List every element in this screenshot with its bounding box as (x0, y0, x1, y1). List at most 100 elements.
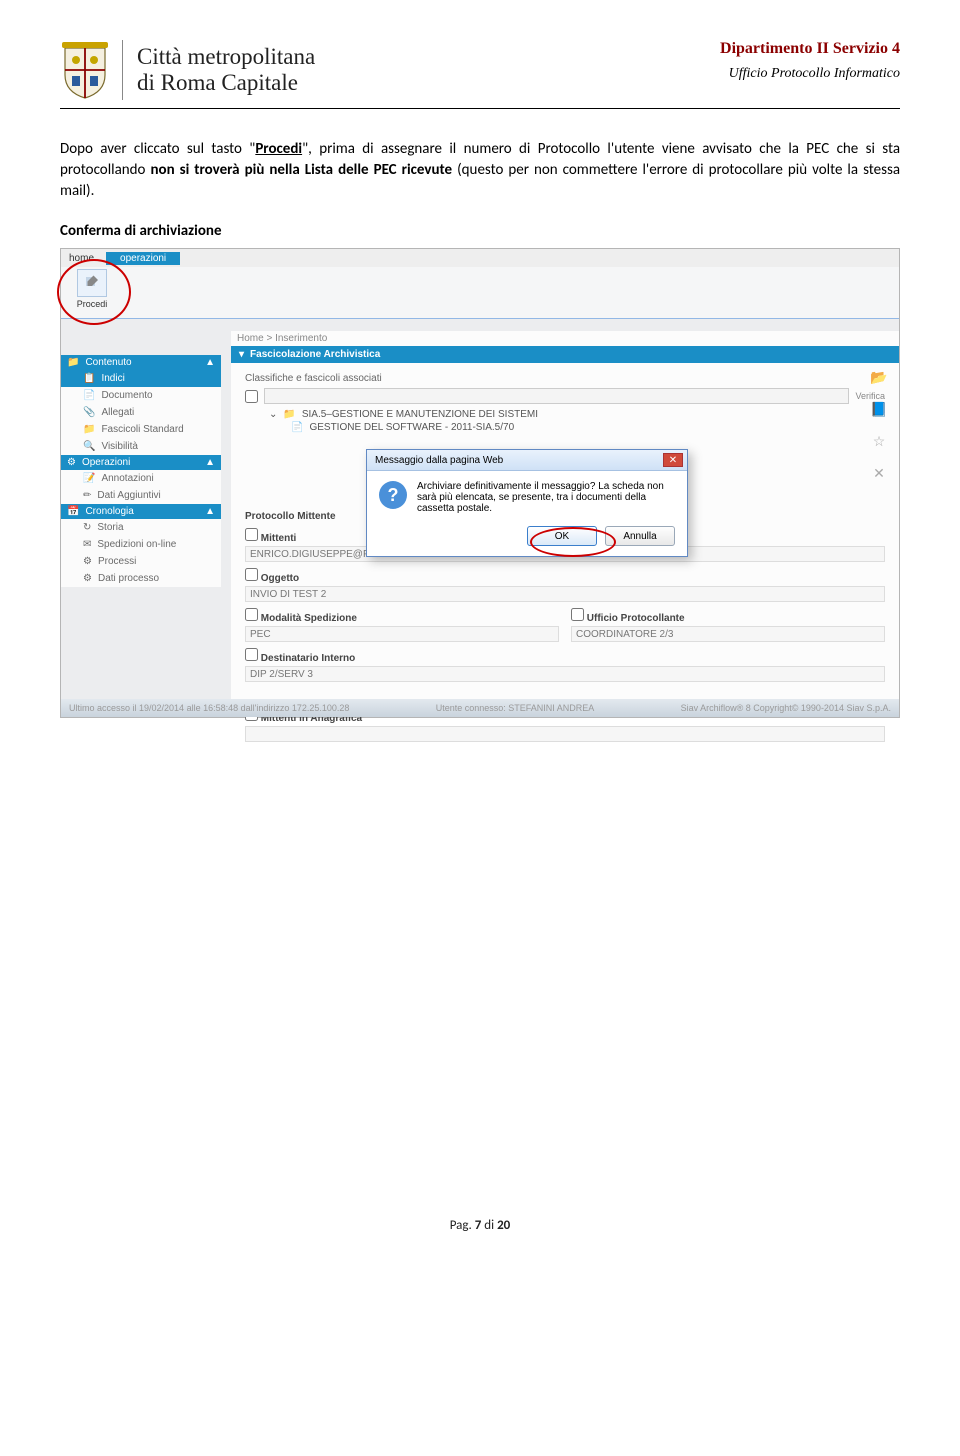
header-right: Dipartimento II Servizio 4 Ufficio Proto… (720, 40, 900, 82)
label-oggetto: Oggetto (261, 573, 299, 584)
office-name: Ufficio Protocollo Informatico (720, 66, 900, 82)
oggetto-checkbox[interactable] (245, 568, 258, 581)
org-line1: Città metropolitana (137, 44, 315, 70)
gear-icon: ⚙ (67, 457, 76, 468)
label-modalita: Modalità Spedizione (261, 613, 357, 624)
destinatario-value[interactable]: DIP 2/SERV 3 (245, 666, 885, 682)
sidebar-item-dati-agg[interactable]: ✏Dati Aggiuntivi (61, 487, 221, 504)
document-header: Città metropolitana di Roma Capitale Dip… (60, 40, 900, 109)
select-all-checkbox[interactable] (245, 390, 258, 403)
ufficio-checkbox[interactable] (571, 608, 584, 621)
para-bold: non si troverà più nella Lista delle PEC… (150, 161, 452, 179)
sidebar-item-allegati[interactable]: 📎Allegati (61, 404, 221, 421)
sidebar-item-spedizioni[interactable]: ✉Spedizioni on-line (61, 536, 221, 553)
sidebar-item-fascicoli[interactable]: 📁Fascicoli Standard (61, 421, 221, 438)
status-bar: Ultimo accesso il 19/02/2014 alle 16:58:… (61, 699, 899, 717)
status-right: Siav Archiflow® 8 Copyright© 1990-2014 S… (681, 703, 891, 713)
modalita-checkbox[interactable] (245, 608, 258, 621)
classification-input[interactable] (264, 388, 849, 404)
status-center: Utente connesso: STEFANINI ANDREA (436, 703, 595, 713)
procedi-label: Procedi (69, 299, 115, 309)
chevron-down-icon: ▾ (239, 349, 244, 360)
footer-total: 20 (497, 1218, 510, 1233)
sidebar-item-visibilita[interactable]: 🔍Visibilità (61, 438, 221, 455)
fasc-sublabel: Classifiche e fascicoli associati (245, 373, 885, 384)
sidebar-section-cronologia[interactable]: 📅Cronologia ▲ (61, 504, 221, 519)
star-icon[interactable]: ☆ (869, 431, 889, 451)
dialog-ok-button[interactable]: OK (527, 526, 597, 546)
folder-icon: 📁 (283, 409, 295, 420)
org-line2: di Roma Capitale (137, 70, 315, 96)
footer-mid: di (481, 1218, 497, 1233)
footer-pre: Pag. (450, 1218, 475, 1233)
oggetto-value[interactable]: INVIO DI TEST 2 (245, 586, 885, 602)
sidebar-item-documento[interactable]: 📄Documento (61, 387, 221, 404)
folder-icon: 📁 (67, 357, 79, 368)
label-ufficio: Ufficio Protocollante (587, 613, 685, 624)
para-procedi: Procedi (255, 140, 302, 158)
mittenti-anagrafica-value[interactable] (245, 726, 885, 742)
dialog-title: Messaggio dalla pagina Web (375, 455, 503, 466)
dialog-message: Archiviare definitivamente il messaggio?… (417, 481, 675, 514)
top-tabs: home operazioni (61, 249, 899, 267)
gear-icon: ⚙ (83, 573, 92, 584)
procedi-icon (77, 269, 107, 297)
collapse-icon[interactable]: ▲ (205, 506, 215, 517)
tab-operazioni[interactable]: operazioni (106, 252, 180, 265)
breadcrumb: Home > Inserimento (231, 331, 899, 346)
collapse-icon[interactable]: ▲ (205, 357, 215, 368)
sidebar-item-annotazioni[interactable]: 📝Annotazioni (61, 470, 221, 487)
right-tile-icons: 📂 📘 ☆ ✕ (869, 367, 889, 483)
tab-home[interactable]: home (69, 253, 94, 264)
search-icon: 🔍 (83, 441, 95, 452)
doc-icon: 📄 (291, 422, 303, 433)
sidebar-item-indici[interactable]: 📋Indici (61, 370, 221, 387)
dept-name: Dipartimento II Servizio 4 (720, 40, 900, 58)
dialog-titlebar: Messaggio dalla pagina Web ✕ (367, 450, 687, 471)
tree-node-2[interactable]: 📄GESTIONE DEL SOFTWARE - 2011-SIA.5/70 (291, 421, 885, 434)
label-destinatario: Destinatario Interno (261, 653, 355, 664)
page-footer: Pag. 7 di 20 (60, 1218, 900, 1233)
dialog-close-button[interactable]: ✕ (663, 453, 683, 467)
note-icon: 📝 (83, 473, 95, 484)
sidebar-item-dati-processo[interactable]: ⚙Dati processo (61, 570, 221, 587)
destinatario-checkbox[interactable] (245, 648, 258, 661)
book-icon[interactable]: 📘 (869, 399, 889, 419)
list-icon: 📋 (83, 373, 95, 384)
folder-icon: 📁 (83, 424, 95, 435)
confirm-dialog: Messaggio dalla pagina Web ✕ ? Archiviar… (366, 449, 688, 557)
dialog-cancel-button[interactable]: Annulla (605, 526, 675, 546)
clip-icon: 📎 (83, 407, 95, 418)
modalita-value[interactable]: PEC (245, 626, 559, 642)
app-screenshot: home operazioni Procedi 📁Contenuto ▲ 📋In… (60, 248, 900, 718)
crest-logo (60, 40, 110, 100)
sidebar: 📁Contenuto ▲ 📋Indici 📄Documento 📎Allegat… (61, 355, 221, 587)
org-title: Città metropolitana di Roma Capitale (122, 40, 315, 100)
mittenti-checkbox[interactable] (245, 528, 258, 541)
ribbon: Procedi (61, 267, 899, 319)
sidebar-section-operazioni[interactable]: ⚙Operazioni ▲ (61, 455, 221, 470)
status-left: Ultimo accesso il 19/02/2014 alle 16:58:… (69, 703, 349, 713)
tree-node-1[interactable]: ⌄📁SIA.5–GESTIONE E MANUTENZIONE DEI SIST… (269, 408, 885, 421)
pencil-icon: ✏ (83, 490, 91, 501)
sidebar-section-contenuto[interactable]: 📁Contenuto ▲ (61, 355, 221, 370)
gear-icon: ⚙ (83, 556, 92, 567)
info-icon: ? (379, 481, 407, 509)
sidebar-item-storia[interactable]: ↻Storia (61, 519, 221, 536)
calendar-icon: 📅 (67, 506, 79, 517)
sidebar-item-processi[interactable]: ⚙Processi (61, 553, 221, 570)
folder-open-icon[interactable]: 📂 (869, 367, 889, 387)
chevron-down-icon: ⌄ (269, 409, 277, 420)
procedi-button[interactable]: Procedi (69, 269, 115, 315)
close-icon[interactable]: ✕ (869, 463, 889, 483)
ufficio-value[interactable]: COORDINATORE 2/3 (571, 626, 885, 642)
section-title: Conferma di archiviazione (60, 222, 900, 240)
doc-icon: 📄 (83, 390, 95, 401)
history-icon: ↻ (83, 522, 91, 533)
collapse-icon[interactable]: ▲ (205, 457, 215, 468)
fascicolazione-header[interactable]: ▾Fascicolazione Archivistica (231, 346, 899, 363)
label-mittenti: Mittenti (261, 533, 297, 544)
para-pre: Dopo aver cliccato sul tasto " (60, 140, 255, 158)
fascicolazione-body: Classifiche e fascicoli associati Verifi… (231, 363, 899, 444)
instruction-paragraph: Dopo aver cliccato sul tasto "Procedi", … (60, 139, 900, 202)
